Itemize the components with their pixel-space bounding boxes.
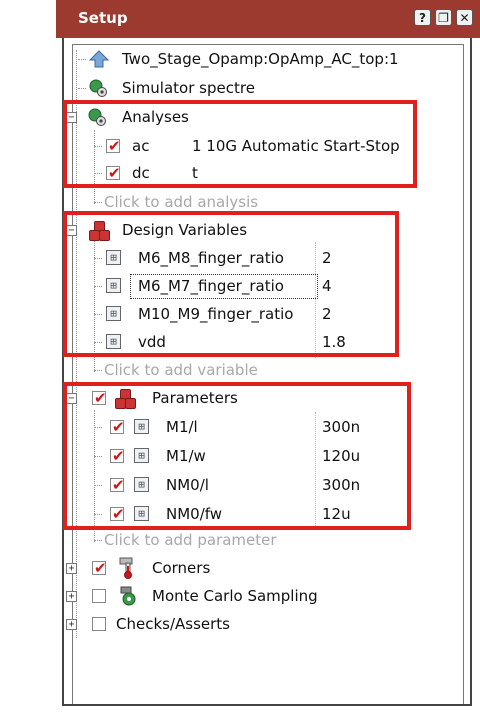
checks-enable-checkbox[interactable] [92, 617, 106, 631]
gear-globe-icon [89, 79, 107, 97]
close-button[interactable]: ✕ [456, 9, 473, 26]
corners-node[interactable]: + Corners [66, 556, 426, 580]
add-variable-hint: Click to add variable [104, 361, 258, 379]
float-button[interactable]: ❐ [435, 9, 452, 26]
corners-label: Corners [152, 559, 211, 577]
corners-enable-checkbox[interactable] [92, 556, 107, 580]
simulator-row[interactable]: Simulator spectre [78, 76, 438, 100]
highlight-design-variables [63, 211, 399, 357]
simulator-label: Simulator spectre [122, 79, 255, 97]
add-parameter-hint: Click to add parameter [104, 531, 277, 549]
add-parameter-row[interactable]: Click to add parameter [94, 528, 394, 552]
monte-carlo-node[interactable]: + Monte Carlo Sampling [66, 584, 426, 608]
expand-toggle[interactable]: + [66, 563, 77, 574]
expand-toggle[interactable]: + [66, 591, 77, 602]
title-bar: Setup ? ❐ ✕ [56, 0, 480, 38]
window-title: Setup [78, 9, 128, 27]
up-arrow-icon [89, 50, 109, 68]
highlight-analyses [63, 100, 417, 188]
checks-asserts-label: Checks/Asserts [116, 615, 230, 633]
checks-asserts-node[interactable]: + Checks/Asserts [66, 612, 426, 636]
monte-carlo-enable-checkbox[interactable] [92, 589, 106, 603]
highlight-parameters [63, 382, 411, 530]
add-variable-row[interactable]: Click to add variable [94, 358, 394, 382]
monte-carlo-label: Monte Carlo Sampling [152, 587, 318, 605]
thermometer-icon [119, 557, 133, 579]
help-button[interactable]: ? [414, 9, 431, 26]
testbench-label: Two_Stage_Opamp:OpAmp_AC_top:1 [122, 50, 399, 68]
dice-icon [120, 586, 136, 606]
testbench-row[interactable]: Two_Stage_Opamp:OpAmp_AC_top:1 [78, 47, 438, 71]
expand-toggle[interactable]: + [66, 619, 77, 630]
